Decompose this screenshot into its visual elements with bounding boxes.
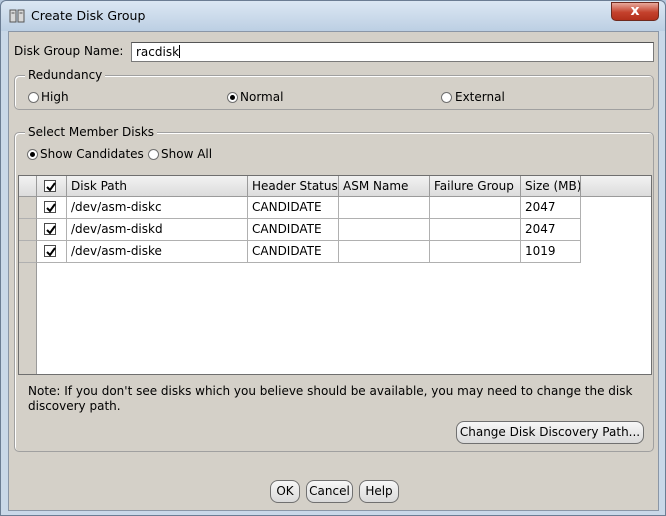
row-header bbox=[19, 241, 37, 263]
window-title: Create Disk Group bbox=[31, 8, 146, 23]
show-all-radio[interactable] bbox=[148, 149, 159, 160]
dialog-content: Disk Group Name: racdisk Redundancy High… bbox=[8, 31, 659, 511]
redundancy-high-label[interactable]: High bbox=[41, 90, 69, 104]
table-cell-size[interactable]: 2047 bbox=[521, 219, 581, 241]
redundancy-legend: Redundancy bbox=[25, 68, 106, 82]
row-header bbox=[19, 197, 37, 219]
row-checkbox[interactable] bbox=[44, 223, 56, 235]
row-checkbox[interactable] bbox=[44, 245, 56, 257]
disk-group-name-label: Disk Group Name: bbox=[14, 44, 124, 58]
table-cell-size[interactable]: 2047 bbox=[521, 197, 581, 219]
table-cell-asm-name[interactable] bbox=[339, 241, 430, 263]
select-all-header[interactable] bbox=[37, 176, 67, 197]
redundancy-normal-label[interactable]: Normal bbox=[240, 90, 283, 104]
help-button[interactable]: Help bbox=[359, 480, 399, 503]
table-cell-failure-group[interactable] bbox=[430, 241, 521, 263]
row-checkbox[interactable] bbox=[44, 201, 56, 213]
cancel-button[interactable]: Cancel bbox=[306, 480, 353, 503]
column-header-asm-name[interactable]: ASM Name bbox=[339, 176, 430, 197]
table-cell-header-status[interactable]: CANDIDATE bbox=[248, 241, 339, 263]
member-disks-legend: Select Member Disks bbox=[25, 125, 158, 139]
corner-header bbox=[19, 176, 37, 197]
redundancy-normal-radio[interactable] bbox=[227, 92, 238, 103]
title-bar[interactable]: Create Disk Group x bbox=[1, 1, 665, 31]
table-cell-disk-path[interactable]: /dev/asm-diske bbox=[67, 241, 248, 263]
member-disks-table: Disk Path Header Status ASM Name Failure… bbox=[18, 175, 652, 375]
create-disk-group-window: Create Disk Group x Disk Group Name: rac… bbox=[0, 0, 666, 516]
disk-group-name-input[interactable]: racdisk bbox=[131, 42, 654, 62]
table-cell-failure-group[interactable] bbox=[430, 219, 521, 241]
table-cell-header-status[interactable]: CANDIDATE bbox=[248, 197, 339, 219]
table-row-checkbox-cell[interactable] bbox=[37, 219, 67, 241]
check-icon bbox=[46, 182, 56, 192]
table-cell-disk-path[interactable]: /dev/asm-diskc bbox=[67, 197, 248, 219]
column-header-failure-group[interactable]: Failure Group bbox=[430, 176, 521, 197]
select-all-checkbox[interactable] bbox=[44, 180, 56, 192]
check-icon bbox=[46, 225, 56, 235]
column-header-filler bbox=[581, 176, 651, 197]
table-row-checkbox-cell[interactable] bbox=[37, 241, 67, 263]
show-candidates-radio[interactable] bbox=[27, 149, 38, 160]
show-all-label[interactable]: Show All bbox=[161, 147, 212, 161]
column-header-header-status[interactable]: Header Status bbox=[248, 176, 339, 197]
table-cell-disk-path[interactable]: /dev/asm-diskd bbox=[67, 219, 248, 241]
close-icon: x bbox=[630, 3, 640, 19]
check-icon bbox=[46, 203, 56, 213]
table-row-checkbox-cell[interactable] bbox=[37, 197, 67, 219]
disk-group-name-value: racdisk bbox=[136, 45, 180, 59]
row-header bbox=[19, 219, 37, 241]
table-cell-failure-group[interactable] bbox=[430, 197, 521, 219]
check-icon bbox=[46, 247, 56, 257]
table-cell-header-status[interactable]: CANDIDATE bbox=[248, 219, 339, 241]
redundancy-external-label[interactable]: External bbox=[455, 90, 505, 104]
text-cursor bbox=[179, 45, 181, 58]
ok-button[interactable]: OK bbox=[270, 480, 300, 503]
redundancy-external-radio[interactable] bbox=[441, 92, 452, 103]
disk-group-icon bbox=[9, 8, 25, 24]
column-header-disk-path[interactable]: Disk Path bbox=[67, 176, 248, 197]
redundancy-group: Redundancy bbox=[14, 68, 654, 110]
show-candidates-label[interactable]: Show Candidates bbox=[40, 147, 144, 161]
redundancy-high-radio[interactable] bbox=[28, 92, 39, 103]
table-cell-asm-name[interactable] bbox=[339, 219, 430, 241]
discovery-note: Note: If you don't see disks which you b… bbox=[28, 384, 633, 413]
close-button[interactable]: x bbox=[611, 2, 659, 21]
change-disk-discovery-path-button[interactable]: Change Disk Discovery Path... bbox=[456, 421, 644, 444]
column-header-size[interactable]: Size (MB) bbox=[521, 176, 581, 197]
table-cell-size[interactable]: 1019 bbox=[521, 241, 581, 263]
table-cell-asm-name[interactable] bbox=[339, 197, 430, 219]
